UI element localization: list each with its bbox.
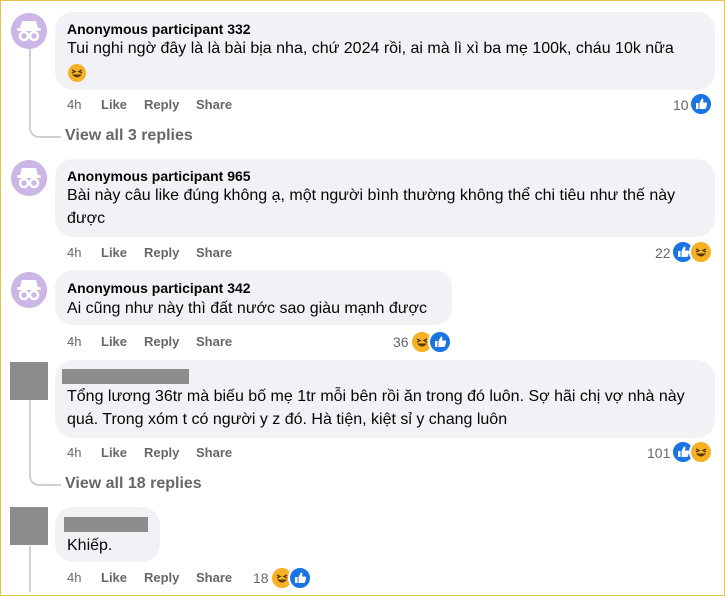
comment-time[interactable]: 4h (67, 570, 81, 585)
avatar[interactable] (11, 13, 47, 49)
share-button[interactable]: Share (196, 445, 232, 460)
view-replies-link[interactable]: View all 18 replies (65, 475, 202, 493)
reply-button[interactable]: Reply (144, 334, 179, 349)
avatar[interactable] (11, 272, 47, 308)
anonymous-avatar-icon (11, 160, 47, 196)
share-button[interactable]: Share (196, 334, 232, 349)
haha-icon[interactable] (689, 440, 713, 464)
comment-text: Tổng lương 36tr mà biếu bố mẹ 1tr mỗi bê… (67, 388, 685, 428)
haha-icon[interactable] (689, 240, 713, 264)
comment-time[interactable]: 4h (67, 245, 81, 260)
reaction-count[interactable]: 18 (253, 570, 269, 586)
like-button[interactable]: Like (101, 445, 127, 460)
comment-text: Tui nghi ngờ đây là là bài bịa nha, chứ … (67, 40, 674, 57)
redacted-author-name (62, 369, 189, 384)
like-button[interactable]: Like (101, 334, 127, 349)
like-button[interactable]: Like (101, 570, 127, 585)
share-button[interactable]: Share (196, 245, 232, 260)
comment-actions: 4h Like Reply Share (67, 97, 267, 113)
laughing-emoji-icon (68, 64, 86, 82)
comment-actions: 4h Like Reply Share (67, 334, 267, 350)
like-icon[interactable] (689, 92, 713, 116)
share-button[interactable]: Share (196, 570, 232, 585)
like-button[interactable]: Like (101, 245, 127, 260)
thread-line (29, 546, 31, 592)
reaction-count[interactable]: 22 (655, 245, 671, 261)
reaction-count[interactable]: 36 (393, 334, 409, 350)
share-button[interactable]: Share (196, 97, 232, 112)
like-icon[interactable] (428, 330, 452, 354)
comment-time[interactable]: 4h (67, 334, 81, 349)
reply-button[interactable]: Reply (144, 245, 179, 260)
reaction-count[interactable]: 10 (673, 97, 689, 113)
comment-text: Bài này câu like đúng không ạ, một người… (67, 187, 676, 227)
comment-text: Khiếp. (67, 537, 113, 554)
view-replies-link[interactable]: View all 3 replies (65, 127, 193, 145)
comment-author[interactable]: Anonymous participant 965 (67, 168, 251, 184)
comment-text: Ai cũng như này thì đất nước sao giàu mạ… (67, 300, 427, 317)
redacted-avatar[interactable] (10, 362, 48, 400)
reply-button[interactable]: Reply (144, 570, 179, 585)
like-button[interactable]: Like (101, 97, 127, 112)
reply-button[interactable]: Reply (144, 445, 179, 460)
comment-author[interactable]: Anonymous participant 342 (67, 280, 251, 296)
redacted-author-name (64, 517, 148, 532)
reply-button[interactable]: Reply (144, 97, 179, 112)
comment-actions: 4h Like Reply Share (67, 445, 267, 461)
comment-actions: 4h Like Reply Share (67, 570, 267, 586)
comment-author[interactable]: Anonymous participant 332 (67, 21, 251, 37)
like-icon[interactable] (288, 566, 312, 590)
anonymous-avatar-icon (11, 13, 47, 49)
comment-time[interactable]: 4h (67, 97, 81, 112)
anonymous-avatar-icon (11, 272, 47, 308)
comment-actions: 4h Like Reply Share (67, 245, 267, 261)
reaction-count[interactable]: 101 (647, 445, 670, 461)
comment-time[interactable]: 4h (67, 445, 81, 460)
avatar[interactable] (11, 160, 47, 196)
redacted-avatar[interactable] (10, 507, 48, 545)
